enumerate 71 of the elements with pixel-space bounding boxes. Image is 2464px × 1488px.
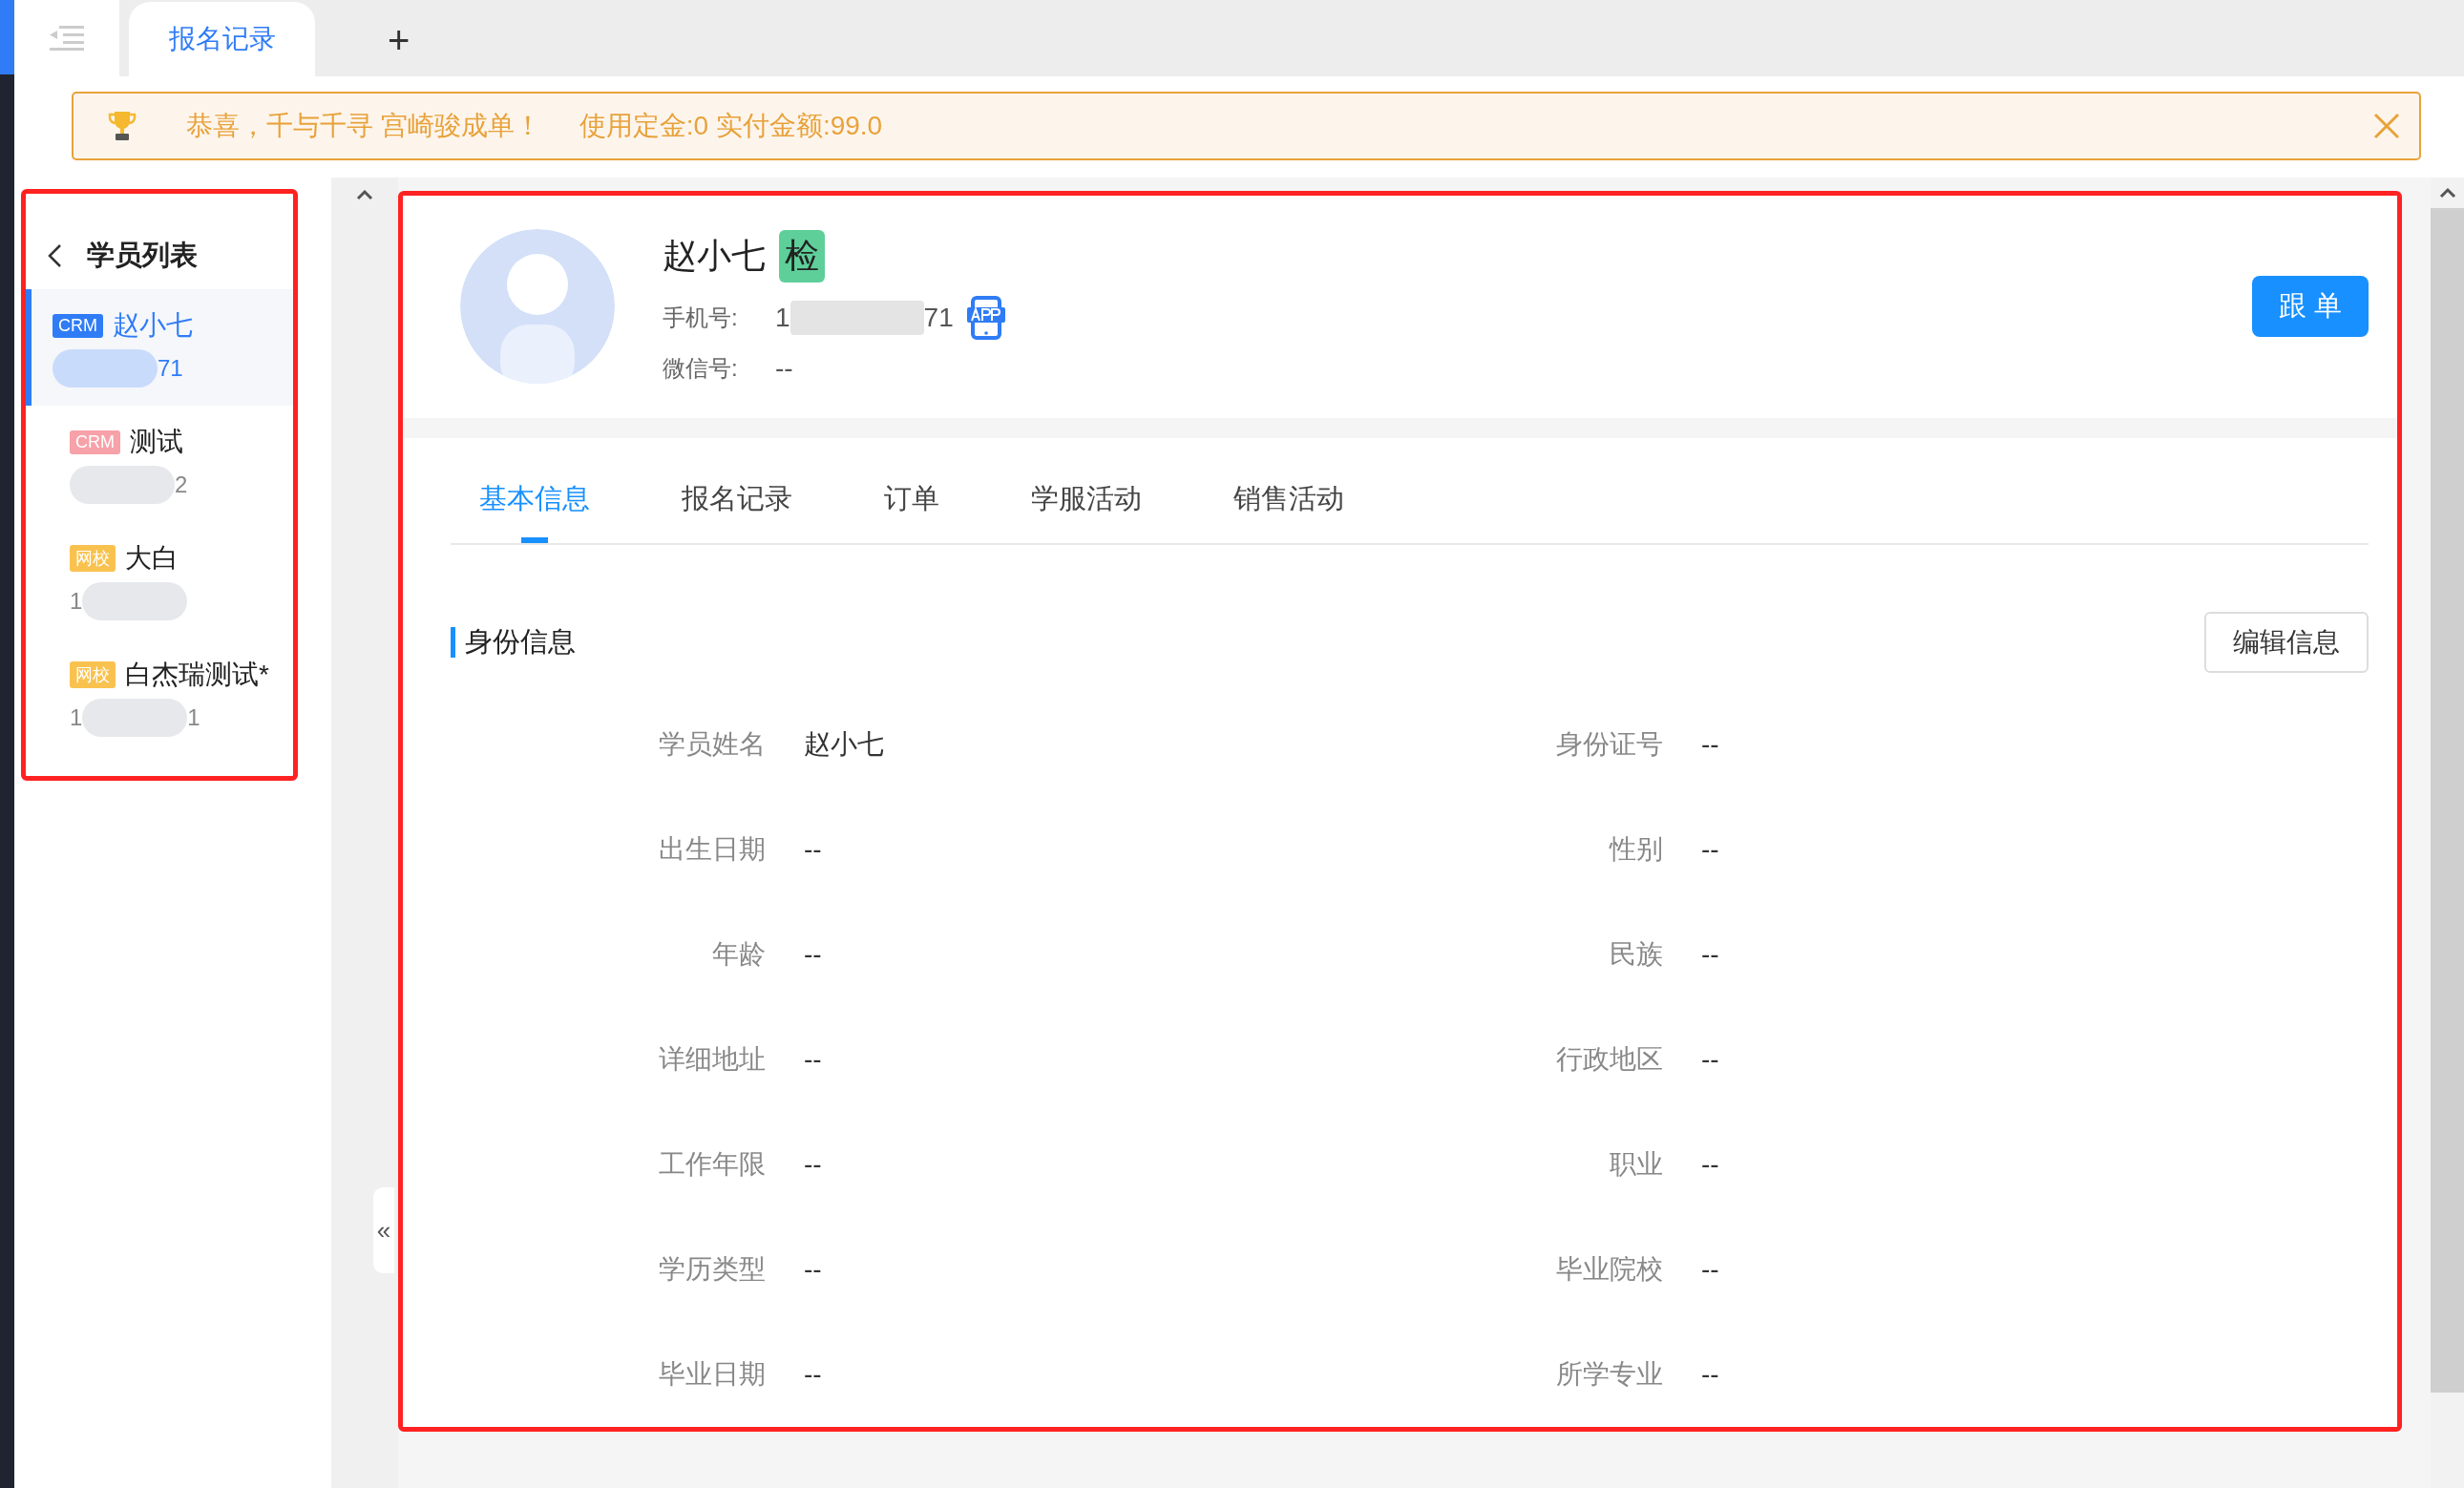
field-label: 学历类型	[658, 1253, 766, 1286]
field-label: 职业	[1609, 1148, 1663, 1181]
field-label: 工作年限	[658, 1148, 766, 1181]
field-value: --	[803, 1359, 823, 1390]
field-value: 赵小七	[803, 728, 885, 761]
phone-fragment: 1	[70, 588, 83, 615]
scroll-up-icon[interactable]	[2438, 187, 2456, 199]
phone-fragment: 1	[70, 704, 83, 731]
field-value: --	[1700, 1359, 1720, 1390]
collapse-handle[interactable]: «	[373, 1187, 394, 1273]
banner-message: 恭喜，千与千寻 宫崎骏成单！	[186, 110, 541, 142]
field-label: 毕业院校	[1555, 1253, 1663, 1286]
field-label: 身份证号	[1555, 728, 1663, 761]
student-name: 大白	[125, 542, 179, 575]
student-item[interactable]: CRM 赵小七 71	[26, 289, 293, 406]
source-tag: CRM	[70, 430, 120, 454]
field-label: 出生日期	[658, 833, 766, 866]
phone-fragment: 71	[158, 355, 183, 382]
field-value: --	[1700, 1254, 1720, 1285]
field-label: 年龄	[711, 938, 766, 971]
phone-label: 手机号:	[663, 303, 739, 332]
phone-value: 71	[923, 302, 954, 333]
app-phone-icon	[966, 295, 1005, 340]
field-value: --	[1700, 834, 1720, 865]
field-label: 行政地区	[1555, 1043, 1663, 1076]
wechat-value: --	[775, 352, 793, 384]
field-value: --	[1700, 939, 1720, 970]
tab[interactable]: 订单	[884, 480, 939, 543]
student-name: 赵小七	[663, 234, 766, 277]
field-value: --	[1700, 729, 1720, 760]
field-value: --	[1700, 1149, 1720, 1180]
scrollbar-thumb[interactable]	[2431, 208, 2464, 1393]
phone-fragment: 1	[187, 704, 200, 731]
tab[interactable]: 学服活动	[1031, 480, 1142, 543]
tab[interactable]: 销售活动	[1233, 480, 1344, 543]
field-value: --	[803, 1149, 823, 1180]
field-label: 详细地址	[658, 1043, 766, 1076]
banner-amounts: 使用定金:0 实付金额:99.0	[579, 110, 883, 142]
avatar-icon	[460, 229, 615, 385]
student-item[interactable]: CRM 测试 2	[26, 406, 293, 522]
student-name: 赵小七	[113, 309, 193, 342]
scroll-up-icon[interactable]	[356, 189, 373, 200]
field-label: 学员姓名	[658, 728, 766, 761]
source-tag: CRM	[53, 313, 103, 338]
field-value: --	[803, 939, 823, 970]
section-title: 身份信息	[465, 625, 576, 659]
field-value: --	[1700, 1044, 1720, 1075]
phone-fragment: 2	[175, 472, 188, 498]
student-item[interactable]: 网校 白杰瑞测试* 1 1	[26, 639, 293, 755]
field-label: 所学专业	[1555, 1358, 1663, 1391]
student-name: 测试	[130, 426, 183, 458]
tab[interactable]: 报名记录	[682, 480, 792, 543]
source-tag: 网校	[70, 545, 116, 572]
field-label: 毕业日期	[658, 1358, 766, 1391]
phone-value: 1	[775, 302, 790, 333]
field-value: --	[803, 834, 823, 865]
field-label: 性别	[1608, 833, 1663, 866]
app-tab[interactable]: 报名记录	[129, 2, 315, 76]
trophy-icon	[108, 110, 137, 142]
panel-title: 学员列表	[87, 239, 198, 272]
source-tag: 网校	[70, 661, 116, 688]
verified-badge: 检	[779, 229, 825, 283]
student-name: 白杰瑞测试*	[125, 659, 269, 691]
new-tab-button[interactable]: +	[382, 18, 416, 63]
student-item[interactable]: 网校 大白 1	[26, 522, 293, 639]
field-value: --	[803, 1254, 823, 1285]
wechat-label: 微信号:	[663, 353, 739, 383]
field-label: 民族	[1609, 938, 1663, 971]
back-icon[interactable]	[47, 243, 62, 268]
edit-button[interactable]: 编辑信息	[2204, 612, 2369, 673]
field-value: --	[803, 1044, 823, 1075]
